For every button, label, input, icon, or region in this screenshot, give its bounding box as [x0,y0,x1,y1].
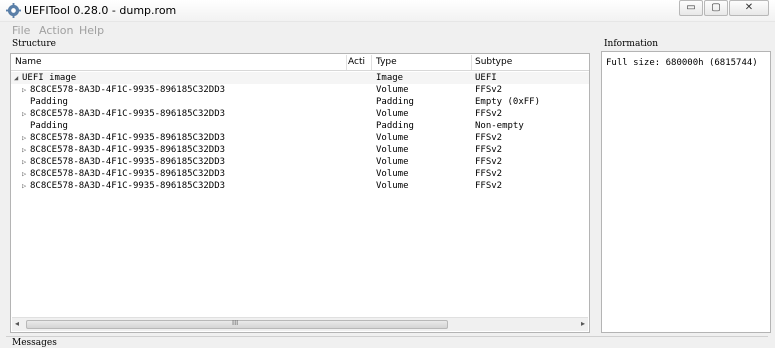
column-header-action[interactable]: Acti [348,57,365,67]
row-type: Padding [376,97,414,107]
menu-file[interactable]: File [12,24,30,37]
menu-bar: File Action Help [0,22,775,38]
tree-row[interactable]: ▷ 8C8CE578-8A3D-4F1C-9935-896185C32DD3 V… [11,156,589,168]
column-separator[interactable] [471,55,472,70]
row-subtype: FFSv2 [475,181,503,191]
tree-row[interactable]: Padding Padding Empty (0xFF) [11,96,589,108]
row-type: Volume [376,109,409,119]
title-bar: UEFITool 0.28.0 - dump.rom ▭ ▢ ✕ [0,0,775,22]
information-label: Information [604,39,659,49]
row-subtype: Non-empty [475,121,524,131]
row-name: 8C8CE578-8A3D-4F1C-9935-896185C32DD3 [30,145,226,155]
structure-label: Structure [12,39,56,49]
tree-row[interactable]: ▷ 8C8CE578-8A3D-4F1C-9935-896185C32DD3 V… [11,144,589,156]
row-subtype: FFSv2 [475,109,503,119]
tree-row[interactable]: ▷ 8C8CE578-8A3D-4F1C-9935-896185C32DD3 V… [11,108,589,120]
column-separator[interactable] [346,55,347,70]
row-subtype: Empty (0xFF) [475,97,541,107]
tree-row[interactable]: ▷ 8C8CE578-8A3D-4F1C-9935-896185C32DD3 V… [11,180,589,192]
row-subtype: FFSv2 [475,145,503,155]
tree-header: Name Acti Type Subtype [11,54,589,71]
column-separator[interactable] [371,55,372,70]
messages-label: Messages [12,338,57,348]
row-name: Padding [30,121,68,131]
information-panel[interactable]: Full size: 680000h (6815744) [601,51,771,333]
row-type: Volume [376,157,409,167]
horizontal-scrollbar[interactable]: ◂ III ▸ [12,317,588,331]
maximize-button[interactable]: ▢ [704,0,728,16]
structure-tree[interactable]: Name Acti Type Subtype ◢ UEFI image Imag… [10,53,590,333]
expand-icon[interactable]: ▷ [22,180,26,192]
scrollbar-thumb[interactable]: III [26,319,448,329]
column-header-type[interactable]: Type [376,57,397,67]
tree-row[interactable]: Padding Padding Non-empty [11,120,589,132]
close-button[interactable]: ✕ [729,0,769,16]
expand-icon[interactable]: ▷ [22,108,26,120]
scroll-left-icon[interactable]: ◂ [15,319,19,328]
row-subtype: FFSv2 [475,85,503,95]
tree-row[interactable]: ▷ 8C8CE578-8A3D-4F1C-9935-896185C32DD3 V… [11,132,589,144]
expand-icon[interactable]: ▷ [22,84,26,96]
row-type: Volume [376,145,409,155]
scroll-right-icon[interactable]: ▸ [581,319,585,328]
row-name: Padding [30,97,68,107]
row-name: 8C8CE578-8A3D-4F1C-9935-896185C32DD3 [30,157,226,167]
close-icon: ✕ [744,2,754,13]
window-title: UEFITool 0.28.0 - dump.rom [24,4,177,17]
row-subtype: FFSv2 [475,169,503,179]
info-text: Full size: 680000h (6815744) [606,58,758,68]
expand-icon[interactable]: ▷ [22,144,26,156]
expand-icon[interactable]: ▷ [22,168,26,180]
row-name: 8C8CE578-8A3D-4F1C-9935-896185C32DD3 [30,181,226,191]
expand-icon[interactable]: ▷ [22,156,26,168]
gear-icon [6,3,21,18]
window-controls: ▭ ▢ ✕ [678,0,769,18]
row-type: Volume [376,181,409,191]
tree-row[interactable]: ▷ 8C8CE578-8A3D-4F1C-9935-896185C32DD3 V… [11,84,589,96]
minimize-button[interactable]: ▭ [679,0,703,16]
row-name: 8C8CE578-8A3D-4F1C-9935-896185C32DD3 [30,133,226,143]
row-name: 8C8CE578-8A3D-4F1C-9935-896185C32DD3 [30,85,226,95]
row-type: Volume [376,85,409,95]
row-name: 8C8CE578-8A3D-4F1C-9935-896185C32DD3 [30,109,226,119]
row-subtype: FFSv2 [475,133,503,143]
maximize-icon: ▢ [711,2,721,13]
row-subtype: UEFI [475,73,497,83]
tree-row[interactable]: ▷ 8C8CE578-8A3D-4F1C-9935-896185C32DD3 V… [11,168,589,180]
row-name: UEFI image [22,73,77,83]
menu-help[interactable]: Help [79,24,104,37]
row-subtype: FFSv2 [475,157,503,167]
row-type: Volume [376,133,409,143]
row-name: 8C8CE578-8A3D-4F1C-9935-896185C32DD3 [30,169,226,179]
scrollbar-grip: III [232,319,239,327]
row-type: Volume [376,169,409,179]
collapse-icon[interactable]: ◢ [14,72,18,84]
column-header-name[interactable]: Name [15,57,42,67]
splitter[interactable] [6,336,768,337]
expand-icon[interactable]: ▷ [22,132,26,144]
row-type: Image [376,73,404,83]
column-header-subtype[interactable]: Subtype [475,57,512,67]
tree-row[interactable]: ◢ UEFI image Image UEFI [11,72,589,84]
minimize-icon: ▭ [686,2,696,13]
menu-action[interactable]: Action [39,24,73,37]
row-type: Padding [376,121,414,131]
